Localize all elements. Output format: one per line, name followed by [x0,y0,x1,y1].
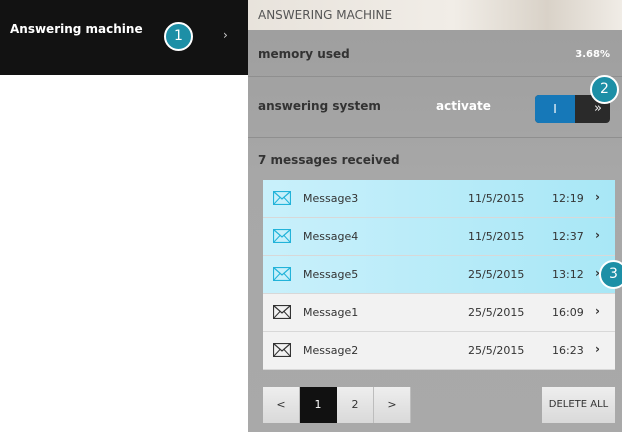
memory-used-label: memory used [258,47,350,61]
answering-system-status: activate [436,99,491,113]
memory-used-value: 3.68% [575,49,610,60]
message-date: 25/5/2015 [468,344,525,357]
answering-system-label: answering system [258,99,381,113]
answering-machine-panel: ANSWERING MACHINE memory used 3.68% answ… [248,0,622,432]
list-item[interactable]: Message1 25/5/2015 16:09 › [263,294,615,332]
prev-page-button[interactable]: < [263,387,300,423]
message-date: 11/5/2015 [468,192,525,205]
pagination: < 1 2 > [263,387,411,423]
menu-item-label: Answering machine [10,22,143,36]
list-item[interactable]: Message4 11/5/2015 12:37 › [263,218,615,256]
envelope-icon [273,267,291,281]
callout-badge-1: 1 [164,22,193,51]
toggle-on-segment: I [535,95,575,123]
message-name: Message3 [303,192,359,205]
list-item[interactable]: Message3 11/5/2015 12:19 › [263,180,615,218]
list-item[interactable]: Message2 25/5/2015 16:23 › [263,332,615,370]
page-2-button[interactable]: 2 [337,387,374,423]
chevron-right-icon: › [595,190,600,204]
delete-all-button[interactable]: DELETE ALL [542,387,615,423]
chevron-right-icon: › [595,304,600,318]
chevron-right-icon: › [595,228,600,242]
message-date: 11/5/2015 [468,230,525,243]
message-time: 13:12 [552,268,584,281]
chevron-right-icon: › [223,28,228,42]
callout-badge-3: 3 [599,260,622,289]
next-page-button[interactable]: > [374,387,411,423]
message-time: 16:09 [552,306,584,319]
envelope-icon [273,343,291,357]
page-1-button[interactable]: 1 [300,387,337,423]
list-item[interactable]: Message5 25/5/2015 13:12 › [263,256,615,294]
message-time: 12:19 [552,192,584,205]
message-list: Message3 11/5/2015 12:19 › Message4 11/5… [263,180,615,370]
message-time: 12:37 [552,230,584,243]
message-name: Message5 [303,268,359,281]
message-name: Message4 [303,230,359,243]
envelope-icon [273,229,291,243]
panel-header: ANSWERING MACHINE [248,0,622,30]
callout-badge-2: 2 [590,75,619,104]
answering-system-row: answering system activate I » [248,77,622,138]
panel-title: ANSWERING MACHINE [258,8,393,22]
envelope-icon [273,305,291,319]
message-name: Message2 [303,344,359,357]
chevron-right-icon: › [595,342,600,356]
message-name: Message1 [303,306,359,319]
messages-count-heading: 7 messages received [258,153,400,167]
message-time: 16:23 [552,344,584,357]
memory-used-row: memory used 3.68% [248,30,622,77]
message-date: 25/5/2015 [468,268,525,281]
envelope-icon [273,191,291,205]
answering-machine-menu-item[interactable]: Answering machine › [0,0,248,75]
message-date: 25/5/2015 [468,306,525,319]
